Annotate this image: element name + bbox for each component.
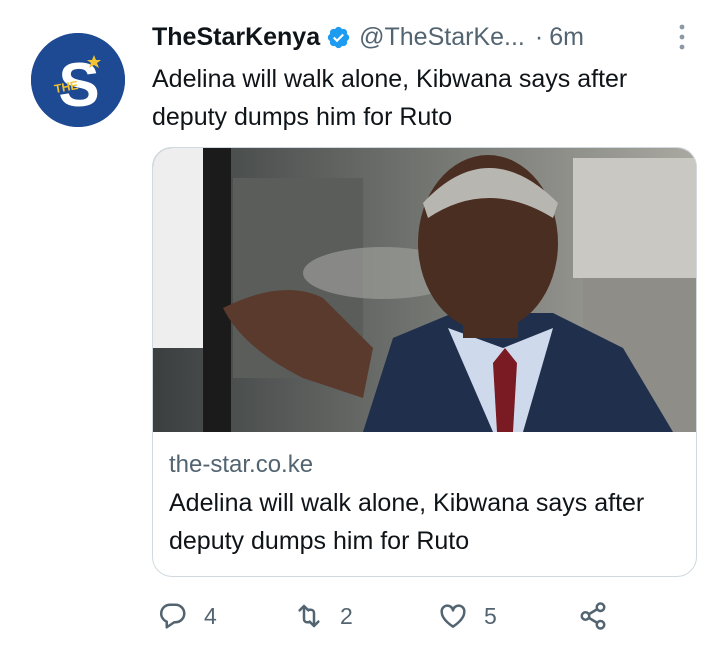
tweet[interactable]: S THE TheStarKenya @TheStarKe... · 6m Ad…	[0, 0, 720, 658]
avatar[interactable]: S THE	[31, 33, 125, 127]
action-bar: 4 2 5	[0, 592, 720, 640]
account-handle[interactable]: @TheStarKe...	[359, 23, 525, 52]
the-star-logo: S THE	[31, 33, 125, 127]
tweet-header: TheStarKenya @TheStarKe... · 6m	[152, 20, 697, 54]
reply-button[interactable]: 4	[158, 598, 217, 634]
share-icon	[580, 602, 606, 630]
retweet-button[interactable]: 2	[294, 598, 353, 634]
card-image[interactable]	[153, 148, 696, 432]
account-name[interactable]: TheStarKenya	[152, 23, 320, 52]
card-title: Adelina will walk alone, Kibwana says af…	[169, 489, 645, 555]
reply-count: 4	[204, 602, 217, 629]
timestamp[interactable]: 6m	[549, 23, 584, 52]
separator-dot: ·	[534, 22, 544, 51]
heart-icon	[440, 604, 466, 628]
card-domain: the-star.co.ke	[169, 451, 314, 478]
tweet-text: Adelina will walk alone, Kibwana says af…	[152, 65, 628, 131]
retweet-count: 2	[340, 602, 353, 629]
like-count: 5	[484, 602, 497, 629]
more-options-icon[interactable]	[677, 23, 687, 51]
verified-badge-icon	[326, 25, 351, 50]
retweet-icon	[298, 604, 320, 628]
like-button[interactable]: 5	[438, 598, 497, 634]
reply-icon	[159, 603, 186, 629]
link-card[interactable]: the-star.co.ke Adelina will walk alone, …	[152, 147, 697, 577]
share-button[interactable]	[578, 598, 608, 634]
